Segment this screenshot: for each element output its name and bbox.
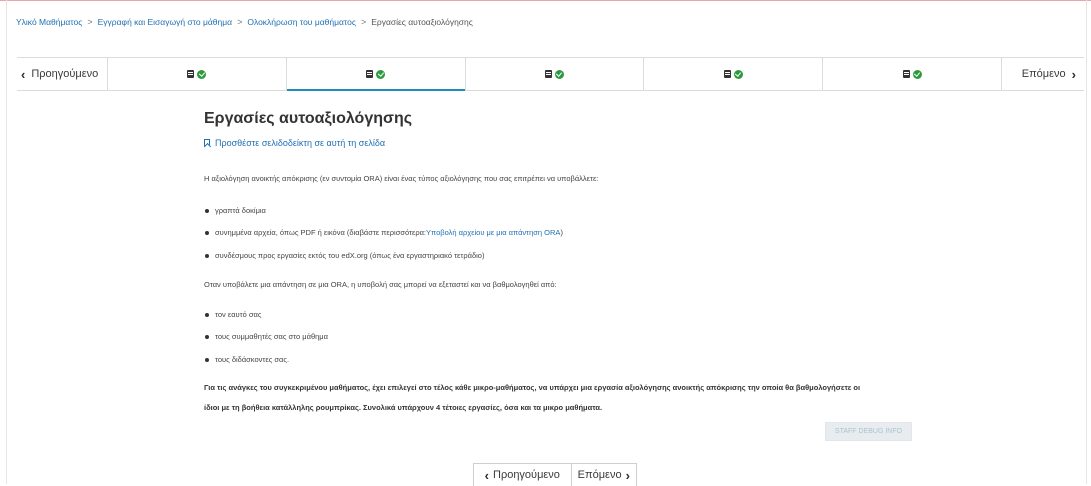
bookmark-button[interactable]: Προσθέστε σελιδοδείκτη σε αυτή τη σελίδα [204, 138, 385, 148]
document-icon [366, 70, 374, 78]
list-item: τον εαυτό σας [204, 310, 261, 319]
breadcrumb-current: Εργασίες αυτοαξιολόγησης [371, 17, 473, 27]
sequence-navigation: ‹ Προηγούμενο Επόμενο › [17, 57, 1084, 91]
bullet-icon [205, 357, 209, 362]
check-circle-icon [554, 69, 564, 79]
sequence-next-label: Επόμενο [1021, 68, 1066, 80]
bottom-next-label: Επόμενο [577, 469, 622, 481]
bullet-icon [205, 312, 209, 317]
sequence-next-button[interactable]: Επόμενο › [1000, 58, 1084, 90]
bottom-previous-button[interactable]: ‹ Προηγούμενο [474, 464, 572, 486]
chevron-right-icon: › [1071, 66, 1076, 82]
chevron-right-icon: › [625, 467, 630, 483]
unit-tab-4[interactable] [644, 58, 824, 90]
closing-paragraph-line-2: ίδιοι με τη βοήθεια κατάλληλης ρουμπρίκα… [204, 403, 603, 412]
list-item-text-suffix: ) [560, 228, 563, 237]
breadcrumb: Υλικό Μαθήματος > Εγγραφή και Εισαγωγή σ… [16, 13, 1076, 31]
chevron-left-icon: ‹ [21, 66, 26, 82]
unit-tab-1[interactable] [108, 58, 287, 90]
list-item-text: συνημμένα αρχεία, όπως PDF ή εικόνα (δια… [215, 228, 427, 237]
closing-paragraph-line-1: Για τις ανάγκες του συγκεκριμένου μαθήμα… [204, 383, 861, 392]
sequence-previous-label: Προηγούμενο [31, 68, 99, 80]
list-item: συνδέσμους προς εργασίες εκτός του edX.o… [204, 251, 484, 260]
ora-file-upload-link[interactable]: Υποβολή αρχείου με μια απάντηση ORA [426, 228, 560, 237]
bottom-previous-label: Προηγούμενο [493, 469, 560, 481]
document-icon [544, 70, 552, 78]
bullet-icon [205, 334, 209, 339]
breadcrumb-separator: > [87, 17, 93, 27]
intro-paragraph: Η αξιολόγηση ανοικτής απόκρισης (εν συντ… [204, 174, 599, 183]
check-circle-icon [912, 69, 922, 79]
bottom-next-button[interactable]: Επόμενο › [572, 464, 636, 486]
middle-paragraph: Οταν υποβάλετε μια απάντηση σε μια ORA, … [204, 280, 557, 289]
unit-tab-5[interactable] [823, 58, 1001, 90]
list-item: γραπτά δοκίμια [204, 206, 266, 215]
check-circle-icon [733, 69, 743, 79]
list-item-text: τον εαυτό σας [215, 310, 262, 319]
page-title: Εργασίες αυτοαξιολόγησης [204, 110, 413, 127]
document-icon [187, 70, 195, 78]
list-item-text: συνδέσμους προς εργασίες εκτός του edX.o… [215, 251, 485, 260]
bookmark-icon [204, 139, 210, 147]
bullet-icon [205, 253, 209, 258]
chevron-left-icon: ‹ [484, 467, 489, 483]
breadcrumb-separator: > [360, 17, 367, 27]
document-icon [902, 70, 910, 78]
list-item: συνημμένα αρχεία, όπως PDF ή εικόνα (δια… [204, 228, 563, 237]
staff-debug-info-button[interactable]: STAFF DEBUG INFO [825, 422, 912, 441]
bullet-icon [205, 230, 209, 235]
unit-tab-3[interactable] [466, 58, 645, 90]
list-item: τους διδάσκοντες σας. [204, 355, 289, 364]
document-icon [723, 70, 731, 78]
unit-tab-2[interactable] [286, 58, 466, 91]
check-circle-icon [197, 69, 207, 79]
breadcrumb-link-enrollment[interactable]: Εγγραφή και Εισαγωγή στο μάθημα [98, 17, 232, 27]
sequence-previous-button[interactable]: ‹ Προηγούμενο [17, 58, 108, 90]
list-item-text: τους διδάσκοντες σας. [215, 355, 290, 364]
bottom-sequence-navigation: ‹ Προηγούμενο Επόμενο › [473, 463, 637, 486]
breadcrumb-link-course-material[interactable]: Υλικό Μαθήματος [16, 17, 82, 27]
list-item-text: τους συμμαθητές σας στο μάθημα [215, 332, 328, 341]
bookmark-label: Προσθέστε σελιδοδείκτη σε αυτή τη σελίδα [215, 138, 386, 148]
list-item: τους συμμαθητές σας στο μάθημα [204, 332, 328, 341]
list-item-text: γραπτά δοκίμια [215, 206, 266, 215]
check-circle-icon [376, 69, 386, 79]
breadcrumb-link-completion[interactable]: Ολοκλήρωση του μαθήματος [247, 17, 356, 27]
breadcrumb-separator: > [237, 17, 243, 27]
bullet-icon [205, 208, 209, 213]
